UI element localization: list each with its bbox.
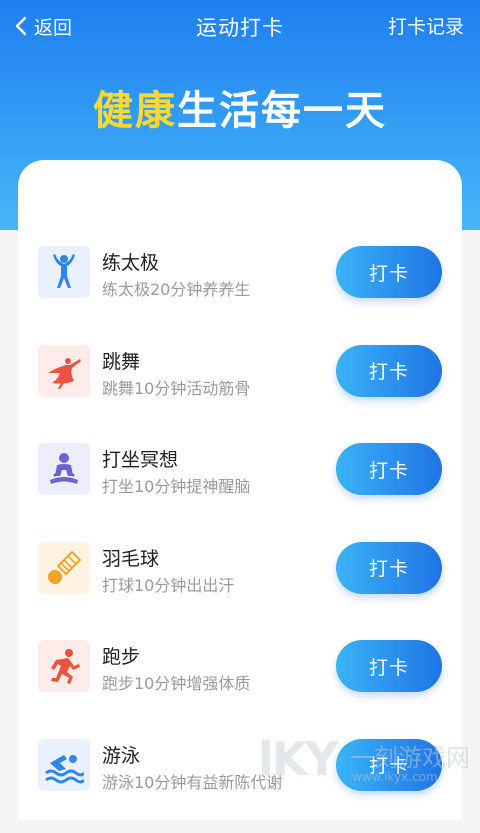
activity-card: 练太极 练太极20分钟养养生 打卡 跳舞 跳舞10分钟活动筋骨 打卡	[18, 160, 462, 820]
meditation-icon	[38, 443, 90, 495]
list-item: 练太极 练太极20分钟养养生 打卡	[18, 242, 462, 341]
slogan: 健康生活每一天	[0, 78, 480, 136]
activity-name: 打坐冥想	[102, 445, 178, 472]
activity-list: 练太极 练太极20分钟养养生 打卡 跳舞 跳舞10分钟活动筋骨 打卡	[18, 242, 462, 833]
checkin-button[interactable]: 打卡	[336, 246, 442, 298]
activity-name: 练太极	[102, 248, 159, 275]
activity-name: 跑步	[102, 642, 140, 669]
activity-name: 羽毛球	[102, 544, 159, 571]
running-icon	[38, 640, 90, 692]
activity-name: 游泳	[102, 741, 140, 768]
activity-desc: 打坐10分钟提神醒脑	[102, 473, 250, 497]
badminton-icon	[38, 542, 90, 594]
slogan-highlight: 健康	[93, 88, 177, 134]
swimming-icon	[38, 739, 90, 791]
list-item: 羽毛球 打球10分钟出出汗 打卡	[18, 538, 462, 637]
tai-chi-icon	[38, 246, 90, 298]
activity-name: 跳舞	[102, 347, 140, 374]
checkin-button[interactable]: 打卡	[336, 640, 442, 692]
checkin-button[interactable]: 打卡	[336, 739, 442, 791]
checkin-button[interactable]: 打卡	[336, 345, 442, 397]
list-item: 打坐冥想 打坐10分钟提神醒脑 打卡	[18, 439, 462, 538]
list-item: 游泳 游泳10分钟有益新陈代谢 打卡	[18, 735, 462, 833]
list-item: 跑步 跑步10分钟增强体质 打卡	[18, 636, 462, 735]
slogan-rest: 生活每一天	[177, 88, 387, 134]
activity-desc: 跑步10分钟增强体质	[102, 670, 250, 694]
activity-desc: 练太极20分钟养养生	[102, 276, 250, 300]
activity-desc: 游泳10分钟有益新陈代谢	[102, 769, 282, 793]
checkin-button[interactable]: 打卡	[336, 443, 442, 495]
dance-icon	[38, 345, 90, 397]
list-item: 跳舞 跳舞10分钟活动筋骨 打卡	[18, 341, 462, 440]
activity-desc: 跳舞10分钟活动筋骨	[102, 375, 250, 399]
activity-desc: 打球10分钟出出汗	[102, 572, 234, 596]
checkin-record-link[interactable]: 打卡记录	[388, 12, 464, 39]
top-bar: 返回 运动打卡 打卡记录	[0, 0, 480, 52]
checkin-button[interactable]: 打卡	[336, 542, 442, 594]
